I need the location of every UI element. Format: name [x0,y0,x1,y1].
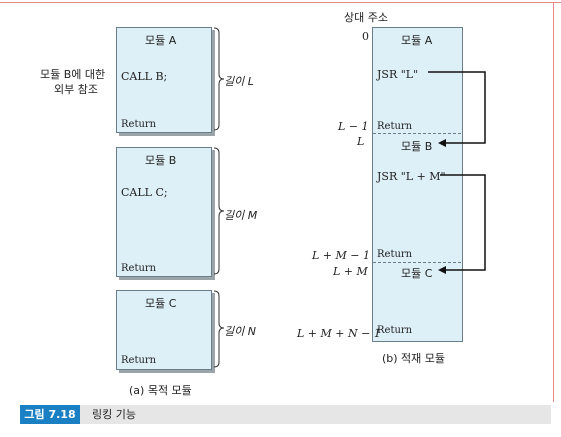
brace-length-m [213,147,225,275]
arrowhead-c [438,266,446,274]
figure-title: 링킹 기능 [92,408,136,421]
connectors [213,27,486,368]
brace-length-l [213,27,225,131]
arrowhead-b [438,139,446,147]
arrow-jsr-lm-to-c [440,174,486,271]
brace-length-n [213,290,225,368]
arrow-jsr-l-to-b [428,71,486,144]
figure-number: 그림 7.18 [20,405,80,424]
